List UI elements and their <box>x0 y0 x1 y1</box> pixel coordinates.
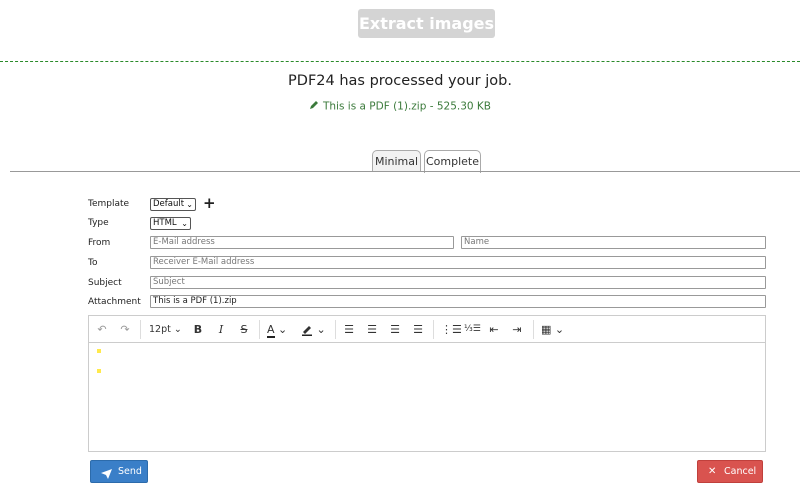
result-file-link[interactable]: This is a PDF (1).zip - 525.30 KB <box>0 100 800 113</box>
editor-toolbar: ↶ ↷ 12pt ⌄ B I S A ⌄ ⌄ ☰ ☰ ☰ ☰ ⋮☰ ⅓☰ ⇤ ⇥… <box>89 316 765 343</box>
numbered-list-icon[interactable]: ⅓☰ <box>464 321 481 338</box>
to-email-input[interactable]: Receiver E-Mail address <box>150 256 766 269</box>
template-select[interactable]: Default ⌄ <box>150 198 196 211</box>
align-right-icon[interactable]: ☰ <box>388 321 402 338</box>
strikethrough-icon[interactable]: S <box>237 321 251 338</box>
send-button[interactable]: Send <box>90 460 148 483</box>
align-justify-icon[interactable]: ☰ <box>411 321 425 338</box>
chevron-down-icon: ⌄ <box>186 200 193 209</box>
processed-message: PDF24 has processed your job. <box>288 73 512 89</box>
to-label: To <box>88 258 98 268</box>
type-select[interactable]: HTML ⌄ <box>150 217 191 230</box>
send-label: Send <box>118 466 142 477</box>
rich-text-editor[interactable]: ↶ ↷ 12pt ⌄ B I S A ⌄ ⌄ ☰ ☰ ☰ ☰ ⋮☰ ⅓☰ ⇤ ⇥… <box>88 315 766 452</box>
indent-icon[interactable]: ⇥ <box>510 321 524 338</box>
toolbar-separator <box>433 320 434 339</box>
subject-label: Subject <box>88 278 122 288</box>
toolbar-separator <box>140 320 141 339</box>
toolbar-separator <box>259 320 260 339</box>
italic-icon[interactable]: I <box>214 321 228 338</box>
attachment-label: Attachment <box>88 297 141 307</box>
close-icon: ✕ <box>708 466 717 477</box>
redo-icon[interactable]: ↷ <box>118 321 132 338</box>
from-name-input[interactable]: Name <box>461 236 766 249</box>
template-label: Template <box>88 199 130 209</box>
outdent-icon[interactable]: ⇤ <box>487 321 501 338</box>
toolbar-separator <box>533 320 534 339</box>
table-icon[interactable]: ▦ ⌄ <box>541 321 567 338</box>
text-color-icon[interactable]: A ⌄ <box>267 321 295 338</box>
from-email-input[interactable]: E-Mail address <box>150 236 454 249</box>
cancel-button[interactable]: ✕ Cancel <box>697 460 763 483</box>
extract-images-button[interactable]: Extract images <box>358 9 495 38</box>
paper-plane-icon <box>101 466 112 487</box>
pencil-icon <box>309 100 319 113</box>
attachment-input[interactable]: This is a PDF (1).zip <box>150 295 766 308</box>
subject-input[interactable]: Subject <box>150 276 766 289</box>
dashed-divider <box>0 61 800 62</box>
tabs-divider <box>10 171 800 172</box>
paragraph-marker <box>97 369 101 373</box>
file-link-text[interactable]: This is a PDF (1).zip - 525.30 KB <box>323 101 491 113</box>
template-select-value: Default <box>153 199 185 209</box>
chevron-down-icon: ⌄ <box>181 219 188 228</box>
cancel-label: Cancel <box>724 466 757 477</box>
paragraph-marker <box>97 349 101 353</box>
font-size-select[interactable]: 12pt ⌄ <box>149 321 185 338</box>
chevron-down-icon: ⌄ <box>173 324 182 335</box>
undo-icon[interactable]: ↶ <box>95 321 109 338</box>
bullet-list-icon[interactable]: ⋮☰ <box>441 321 462 338</box>
align-center-icon[interactable]: ☰ <box>365 321 379 338</box>
font-size-value: 12pt <box>149 324 171 335</box>
from-label: From <box>88 238 111 248</box>
tab-minimal[interactable]: Minimal <box>372 150 421 172</box>
add-template-icon[interactable]: + <box>203 196 216 211</box>
highlight-color-icon[interactable]: ⌄ <box>301 321 329 338</box>
type-select-value: HTML <box>153 218 177 228</box>
type-label: Type <box>88 218 109 228</box>
toolbar-separator <box>335 320 336 339</box>
bold-icon[interactable]: B <box>191 321 205 338</box>
align-left-icon[interactable]: ☰ <box>342 321 356 338</box>
tab-complete[interactable]: Complete <box>424 150 481 173</box>
